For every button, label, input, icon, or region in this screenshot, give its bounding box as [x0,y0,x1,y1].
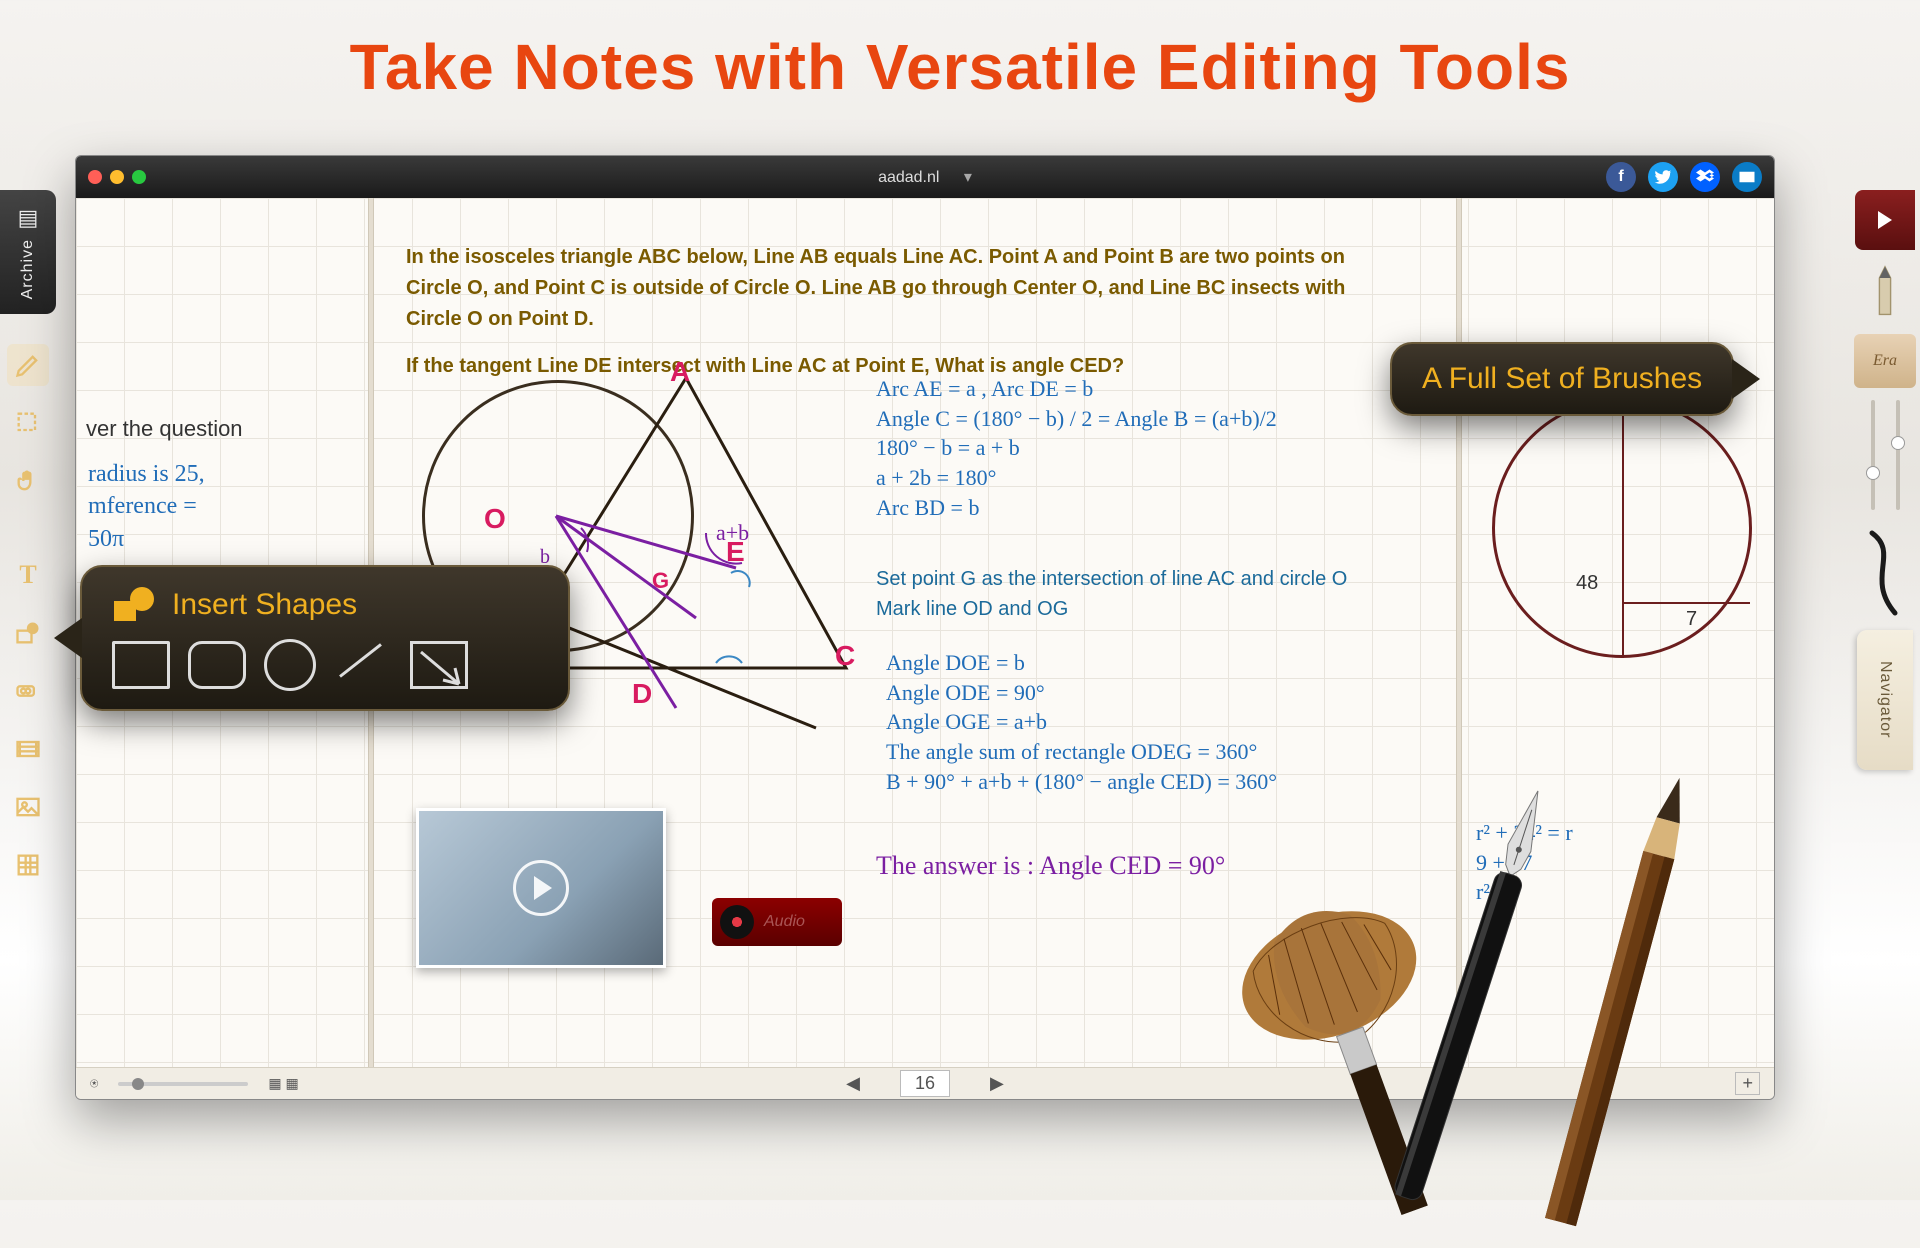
share-twitter-button[interactable] [1648,162,1678,192]
handwritten-answer: The answer is : Angle CED = 90° [876,848,1225,883]
slider-knob[interactable] [1891,436,1905,450]
archive-label: Archive [19,239,37,299]
zoom-slider[interactable] [118,1082,248,1086]
status-bar: ⍟ ▦ ▦ ◀ 16 ▶ + [76,1067,1774,1099]
navigator-tab[interactable]: Navigator [1857,630,1913,770]
record-tool-button[interactable] [7,670,49,712]
point-label-d: D [632,678,652,710]
archive-icon: ▤ [18,205,39,231]
marketing-headline: Take Notes with Versatile Editing Tools [0,0,1920,104]
archive-tab[interactable]: ▤ Archive [0,190,56,314]
arrow-shape-button[interactable] [410,641,468,689]
vertex-label-c: C [835,640,855,672]
embedded-video[interactable] [416,808,666,968]
user-icon[interactable]: ⍟ [90,1075,98,1092]
right-page-vline [1622,398,1624,658]
right-toolbar: Era Navigator [1850,190,1920,770]
zoom-window-button[interactable] [132,170,146,184]
note-tab[interactable] [1855,190,1915,250]
brush-sliders [1860,400,1910,510]
share-facebook-button[interactable]: f [1606,162,1636,192]
page-number-field[interactable]: 16 [900,1070,950,1097]
eraser-button[interactable]: Era [1854,334,1916,388]
rectangle-shape-button[interactable] [112,641,170,689]
grid-tool-button[interactable] [7,844,49,886]
add-page-button[interactable]: + [1735,1072,1760,1095]
opacity-slider[interactable] [1871,400,1875,510]
hand-tool-button[interactable] [7,460,49,502]
left-page-heading: ver the question [86,416,243,442]
handwritten-work-1: Arc AE = a , Arc DE = b Angle C = (180° … [876,374,1376,522]
center-label-o: O [484,503,506,535]
next-page-button[interactable]: ▶ [990,1073,1004,1094]
size-slider[interactable] [1896,400,1900,510]
shape-tool-button[interactable] [7,612,49,654]
select-tool-button[interactable] [7,402,49,444]
insert-shapes-callout: Insert Shapes [80,565,570,711]
shapes-icon [112,585,156,625]
share-email-button[interactable] [1732,162,1762,192]
minimize-window-button[interactable] [110,170,124,184]
image-tool-button[interactable] [7,786,49,828]
close-window-button[interactable] [88,170,102,184]
point-label-g: G [652,568,669,594]
line-shape-button[interactable] [334,641,392,689]
right-page-hline [1622,602,1750,604]
pen-tool-button[interactable] [7,344,49,386]
title-dropdown-icon: ▾ [964,169,972,186]
vertex-label-a: A [670,356,690,388]
video-tool-button[interactable] [7,728,49,770]
document-title[interactable]: aadad.nl ▾ [878,167,972,187]
rounded-rect-shape-button[interactable] [188,641,246,689]
ellipse-shape-button[interactable] [264,639,316,691]
traffic-lights [88,170,146,184]
left-toolbar: ▤ Archive T [0,190,56,886]
right-page-value-7: 7 [1686,608,1697,631]
play-icon [513,860,569,916]
right-page-value-48: 48 [1576,572,1598,595]
brush-preview-icon [1860,528,1910,618]
slider-knob[interactable] [1866,466,1880,480]
pencil-brush-button[interactable] [1860,262,1910,322]
slider-knob[interactable] [132,1078,144,1090]
handwritten-work-2: Angle DOE = b Angle ODE = 90° Angle OGE … [886,648,1446,796]
embedded-audio[interactable]: Audio [712,898,842,946]
setpoint-instruction: Set point G as the intersection of line … [876,564,1347,624]
text-tool-button[interactable]: T [7,554,49,596]
share-dropbox-button[interactable] [1690,162,1720,192]
thumbnail-view-icon[interactable]: ▦ ▦ [268,1075,298,1092]
annotation-a-plus-b: a+b [716,518,749,548]
titlebar: aadad.nl ▾ f [76,156,1774,198]
note-arrow-icon [1878,211,1892,229]
left-page-handwriting: radius is 25, mference = 50π [88,458,205,555]
audio-disc-icon [720,905,754,939]
prev-page-button[interactable]: ◀ [846,1073,860,1094]
brushes-callout: A Full Set of Brushes [1390,342,1734,416]
